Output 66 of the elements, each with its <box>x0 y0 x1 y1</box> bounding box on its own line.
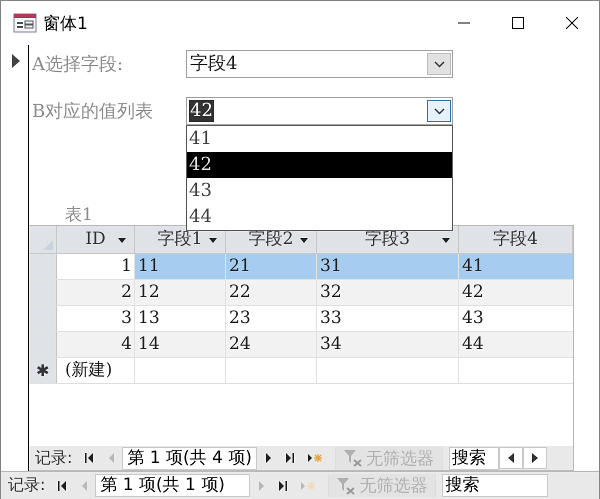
table-cell: 14 <box>135 332 226 357</box>
table-cell: 31 <box>317 254 459 279</box>
table-cell: 12 <box>135 280 226 305</box>
subform-label: 表1 <box>65 205 93 225</box>
filter-off-icon <box>337 476 356 494</box>
filter-dropdown-icon <box>300 238 308 243</box>
table-cell-text: 43 <box>461 307 485 330</box>
previous-record-icon <box>80 480 88 490</box>
column-header[interactable]: 字段4 <box>459 226 573 253</box>
dropdown-option[interactable]: 43 <box>187 178 452 204</box>
dropdown-button[interactable] <box>427 100 451 122</box>
close-icon <box>566 17 578 29</box>
new-record-marker: ✱ <box>29 358 57 383</box>
table-cell: 13 <box>135 306 226 331</box>
table-cell: 23 <box>226 306 317 331</box>
next-record-icon <box>264 453 272 463</box>
last-record-icon <box>279 480 288 490</box>
field-label: B对应的值列表 <box>32 100 154 123</box>
new-record-icon <box>308 453 322 463</box>
table-cell: 21 <box>226 254 317 279</box>
record-position-field[interactable]: 第 1 项(共 1 项) <box>95 474 250 497</box>
table-cell: 11 <box>135 254 226 279</box>
column-header[interactable]: 字段3 <box>317 226 459 253</box>
last-record-icon <box>286 453 294 463</box>
next-record-icon <box>257 480 266 490</box>
first-record-icon <box>85 453 94 463</box>
form-icon <box>13 13 37 33</box>
search-field[interactable]: 搜索 <box>442 474 548 497</box>
right-arrow-icon <box>532 453 538 463</box>
column-header[interactable]: 字段2 <box>226 226 317 253</box>
table-cell: 22 <box>226 280 317 305</box>
filter-dropdown-icon <box>118 238 126 243</box>
filter-off-icon <box>344 449 362 467</box>
table-cell: 32 <box>317 280 459 305</box>
combo-box[interactable]: 42 <box>186 97 453 125</box>
scroll-left-button[interactable] <box>498 447 523 469</box>
field-label: A选择字段: <box>32 53 124 76</box>
record-selector-icon <box>12 54 20 68</box>
table-cell: 41 <box>459 254 573 279</box>
previous-record-icon <box>107 453 116 463</box>
record-position-field[interactable]: 第 1 项(共 4 项) <box>122 446 257 470</box>
first-record-icon <box>58 480 66 490</box>
dropdown-option[interactable]: 41 <box>187 126 452 152</box>
filter-dropdown-icon <box>442 238 450 243</box>
table-cell-text: 42 <box>461 281 485 304</box>
chevron-down-icon <box>434 59 444 69</box>
dropdown-option[interactable]: 42 <box>187 152 452 178</box>
filter-dropdown-icon <box>209 238 217 243</box>
table-cell: 24 <box>226 332 317 357</box>
table-cell: 34 <box>317 332 459 357</box>
table-cell: (新建) <box>57 358 135 383</box>
window-title: 窗体1 <box>43 12 88 34</box>
new-record-icon <box>301 480 316 490</box>
record-label: 记录: <box>8 475 46 496</box>
left-arrow-icon <box>508 453 514 463</box>
chevron-down-icon <box>434 106 444 116</box>
record-label: 记录: <box>35 448 72 468</box>
maximize-icon <box>512 17 524 29</box>
dropdown-button[interactable] <box>427 53 451 75</box>
combo-box[interactable]: 字段4 <box>186 50 453 78</box>
scroll-right-button[interactable] <box>522 447 547 469</box>
search-field[interactable]: 搜索 <box>448 446 499 470</box>
column-header[interactable]: 字段1 <box>135 226 226 253</box>
column-header[interactable]: ID <box>57 226 135 253</box>
table-cell-text: 44 <box>461 333 485 356</box>
table-cell: 33 <box>317 306 459 331</box>
